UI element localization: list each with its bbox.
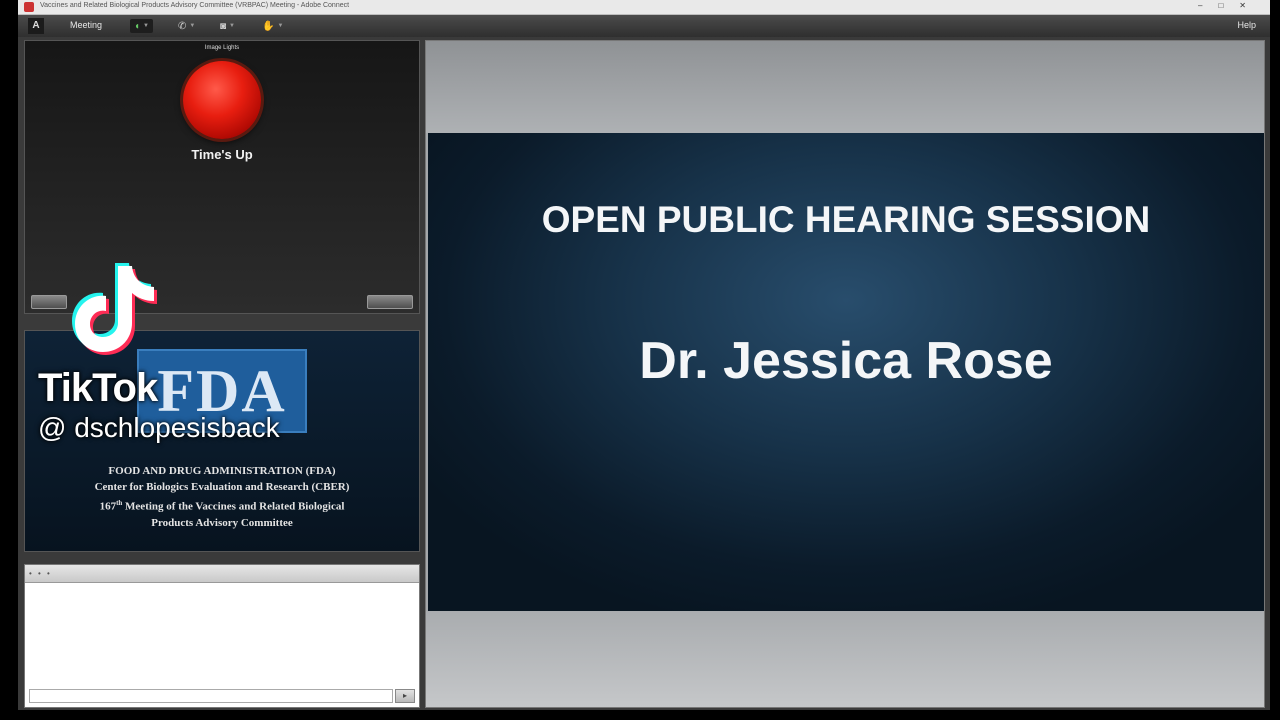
chevron-down-icon: ▼ <box>143 23 149 29</box>
raise-hand-toggle[interactable]: ✋ ▼ <box>258 19 287 33</box>
title-bar: Vaccines and Related Biological Products… <box>18 0 1270 15</box>
chat-pod-header[interactable]: • • • <box>25 565 419 583</box>
app-window: Vaccines and Related Biological Products… <box>18 0 1270 710</box>
fda-line-1: FOOD AND DRUG ADMINISTRATION (FDA) <box>108 465 336 477</box>
chevron-down-icon: ▼ <box>189 23 196 29</box>
send-button[interactable]: ▸ <box>395 689 415 703</box>
fda-line-3-text: Meeting of the Vaccines and Related Biol… <box>122 500 345 513</box>
phone-toggle[interactable]: ✆ ▼ <box>174 19 199 33</box>
hand-icon: ✋ <box>262 20 275 32</box>
timer-pod-header: Image Lights <box>204 45 240 51</box>
app-icon <box>24 2 34 12</box>
window-title: Vaccines and Related Biological Products… <box>40 2 350 9</box>
speaker-toggle[interactable]: ◖ ▼ <box>130 19 153 33</box>
webcam-toggle[interactable]: ◙ ▼ <box>216 19 239 33</box>
phone-icon: ✆ <box>178 20 187 32</box>
timer-left-button[interactable] <box>31 295 67 309</box>
speaker-icon: ◖ <box>134 20 141 32</box>
chevron-down-icon: ▼ <box>277 23 284 29</box>
tiktok-handle: @ dschlopesisback <box>38 412 280 443</box>
share-pod-bottom-bar <box>426 611 1264 707</box>
fda-line-2: Center for Biologics Evaluation and Rese… <box>94 481 350 493</box>
webcam-icon: ◙ <box>220 20 227 32</box>
stop-light-icon <box>183 61 261 139</box>
menu-meeting[interactable]: Meeting <box>70 20 102 30</box>
slide-speaker-name: Dr. Jessica Rose <box>639 332 1053 390</box>
menu-help[interactable]: Help <box>1237 20 1256 30</box>
share-pod-top-bar <box>426 41 1264 133</box>
menu-bar: A Meeting ◖ ▼ ✆ ▼ ◙ ▼ ✋ ▼ Help <box>18 15 1270 37</box>
chevron-down-icon: ▼ <box>229 23 235 29</box>
presentation-slide: OPEN PUBLIC HEARING SESSION Dr. Jessica … <box>428 133 1264 611</box>
share-pod: OPEN PUBLIC HEARING SESSION Dr. Jessica … <box>425 40 1265 708</box>
fda-line-3: 167th Meeting of the Vaccines and Relate… <box>25 495 419 515</box>
fda-line-4: Products Advisory Committee <box>151 516 293 529</box>
tiktok-watermark: TikTok <box>38 366 158 410</box>
meeting-number: 167 <box>99 500 117 513</box>
timer-right-button[interactable] <box>367 295 413 309</box>
fda-meeting-info: FOOD AND DRUG ADMINISTRATION (FDA) Cente… <box>25 463 419 531</box>
tiktok-logo-icon <box>72 263 157 355</box>
chat-input[interactable] <box>29 689 393 703</box>
chat-pod: • • • ▸ <box>24 564 420 708</box>
adobe-connect-logo-icon: A <box>28 18 44 34</box>
window-controls[interactable]: –□✕ <box>1198 1 1262 10</box>
timer-status: Time's Up <box>191 147 253 162</box>
slide-title: OPEN PUBLIC HEARING SESSION <box>541 199 1151 240</box>
